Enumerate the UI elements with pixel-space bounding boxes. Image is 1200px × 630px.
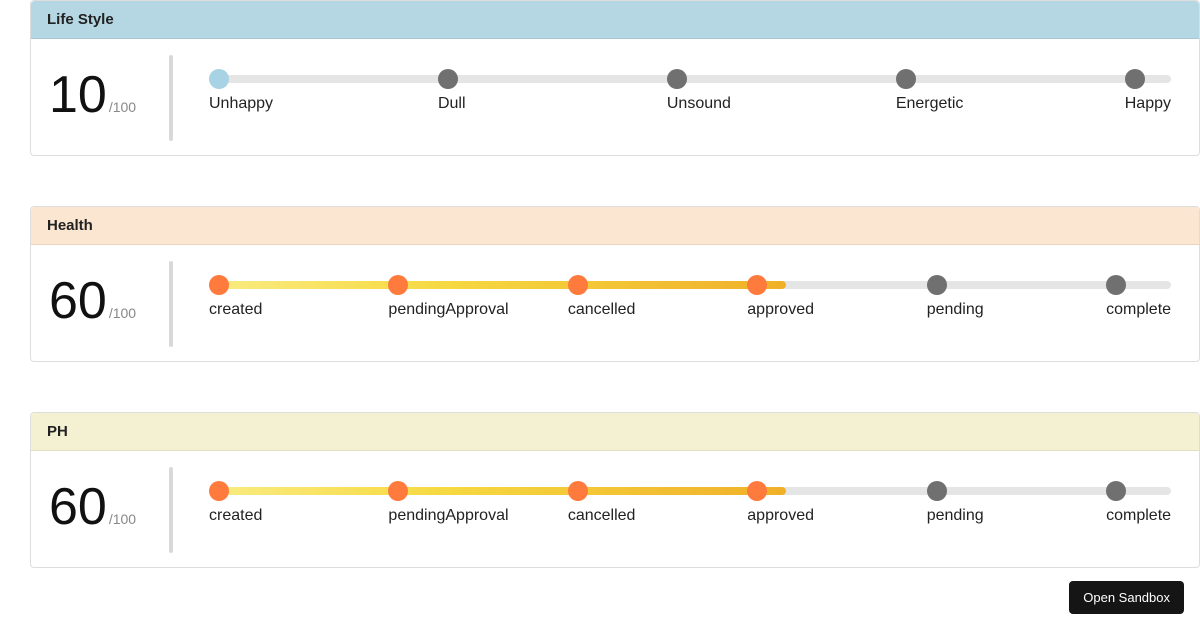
step-label: complete: [1106, 507, 1171, 525]
score-suffix: /100: [109, 305, 136, 321]
score-suffix: /100: [109, 511, 136, 527]
progress-track[interactable]: Unhappy Dull Unsound Energetic Happy: [199, 69, 1181, 127]
progress-step[interactable]: cancelled: [568, 275, 747, 319]
step-dot-icon: [438, 69, 458, 89]
progress-step[interactable]: Unhappy: [209, 69, 438, 113]
metric-card: Health 60/100 created pendingApproval cancel…: [30, 206, 1200, 362]
step-dot-icon: [747, 481, 767, 501]
step-label: created: [209, 301, 262, 319]
step-dot-icon: [896, 69, 916, 89]
step-label: cancelled: [568, 507, 636, 525]
score-value: 60: [49, 481, 107, 533]
step-dot-icon: [927, 275, 947, 295]
step-dot-icon: [667, 69, 687, 89]
score-display: 10/100: [49, 69, 169, 121]
score-value: 10: [49, 69, 107, 121]
step-dot-icon: [1106, 481, 1126, 501]
progress-step[interactable]: Dull: [438, 69, 667, 113]
step-label: complete: [1106, 301, 1171, 319]
progress-step[interactable]: cancelled: [568, 481, 747, 525]
step-label: Happy: [1125, 95, 1171, 113]
progress-track[interactable]: created pendingApproval cancelled approved p…: [199, 481, 1181, 539]
step-dot-icon: [568, 275, 588, 295]
progress-step[interactable]: pending: [927, 275, 1106, 319]
step-label: cancelled: [568, 301, 636, 319]
steps-row: Unhappy Dull Unsound Energetic Happy: [209, 69, 1171, 113]
score-value: 60: [49, 275, 107, 327]
progress-step[interactable]: Unsound: [667, 69, 896, 113]
step-label: approved: [747, 301, 814, 319]
steps-row: created pendingApproval cancelled approved p…: [209, 275, 1171, 319]
step-label: Unsound: [667, 95, 731, 113]
step-dot-icon: [747, 275, 767, 295]
step-dot-icon: [388, 481, 408, 501]
score-display: 60/100: [49, 481, 169, 533]
step-label: pending: [927, 301, 984, 319]
metric-card: Life Style 10/100 Unhappy Dull Unsound Energe…: [30, 0, 1200, 156]
progress-step[interactable]: complete: [1106, 481, 1171, 525]
score-suffix: /100: [109, 99, 136, 115]
step-dot-icon: [927, 481, 947, 501]
card-body: 60/100 created pendingApproval cancelled app…: [31, 245, 1199, 361]
step-label: pendingApproval: [388, 301, 508, 319]
step-dot-icon: [1106, 275, 1126, 295]
card-body: 60/100 created pendingApproval cancelled app…: [31, 451, 1199, 567]
step-label: Energetic: [896, 95, 964, 113]
step-dot-icon: [209, 275, 229, 295]
open-sandbox-button[interactable]: Open Sandbox: [1069, 581, 1184, 614]
progress-step[interactable]: complete: [1106, 275, 1171, 319]
step-dot-icon: [209, 69, 229, 89]
step-dot-icon: [388, 275, 408, 295]
step-label: created: [209, 507, 262, 525]
step-label: pending: [927, 507, 984, 525]
step-label: Unhappy: [209, 95, 273, 113]
progress-step[interactable]: pendingApproval: [388, 275, 567, 319]
step-dot-icon: [209, 481, 229, 501]
step-label: approved: [747, 507, 814, 525]
card-body: 10/100 Unhappy Dull Unsound Energetic Happy: [31, 39, 1199, 155]
card-header: Life Style: [31, 1, 1199, 39]
progress-step[interactable]: pending: [927, 481, 1106, 525]
progress-step[interactable]: Happy: [1125, 69, 1171, 113]
card-header: PH: [31, 413, 1199, 451]
score-display: 60/100: [49, 275, 169, 327]
card-header: Health: [31, 207, 1199, 245]
progress-track[interactable]: created pendingApproval cancelled approved p…: [199, 275, 1181, 333]
step-dot-icon: [568, 481, 588, 501]
step-label: Dull: [438, 95, 466, 113]
steps-row: created pendingApproval cancelled approved p…: [209, 481, 1171, 525]
vertical-divider: [169, 55, 173, 141]
vertical-divider: [169, 467, 173, 553]
progress-step[interactable]: Energetic: [896, 69, 1125, 113]
progress-step[interactable]: approved: [747, 275, 926, 319]
progress-step[interactable]: approved: [747, 481, 926, 525]
vertical-divider: [169, 261, 173, 347]
step-label: pendingApproval: [388, 507, 508, 525]
progress-step[interactable]: created: [209, 275, 388, 319]
step-dot-icon: [1125, 69, 1145, 89]
progress-step[interactable]: created: [209, 481, 388, 525]
progress-step[interactable]: pendingApproval: [388, 481, 567, 525]
metric-card: PH 60/100 created pendingApproval cancelled a…: [30, 412, 1200, 568]
